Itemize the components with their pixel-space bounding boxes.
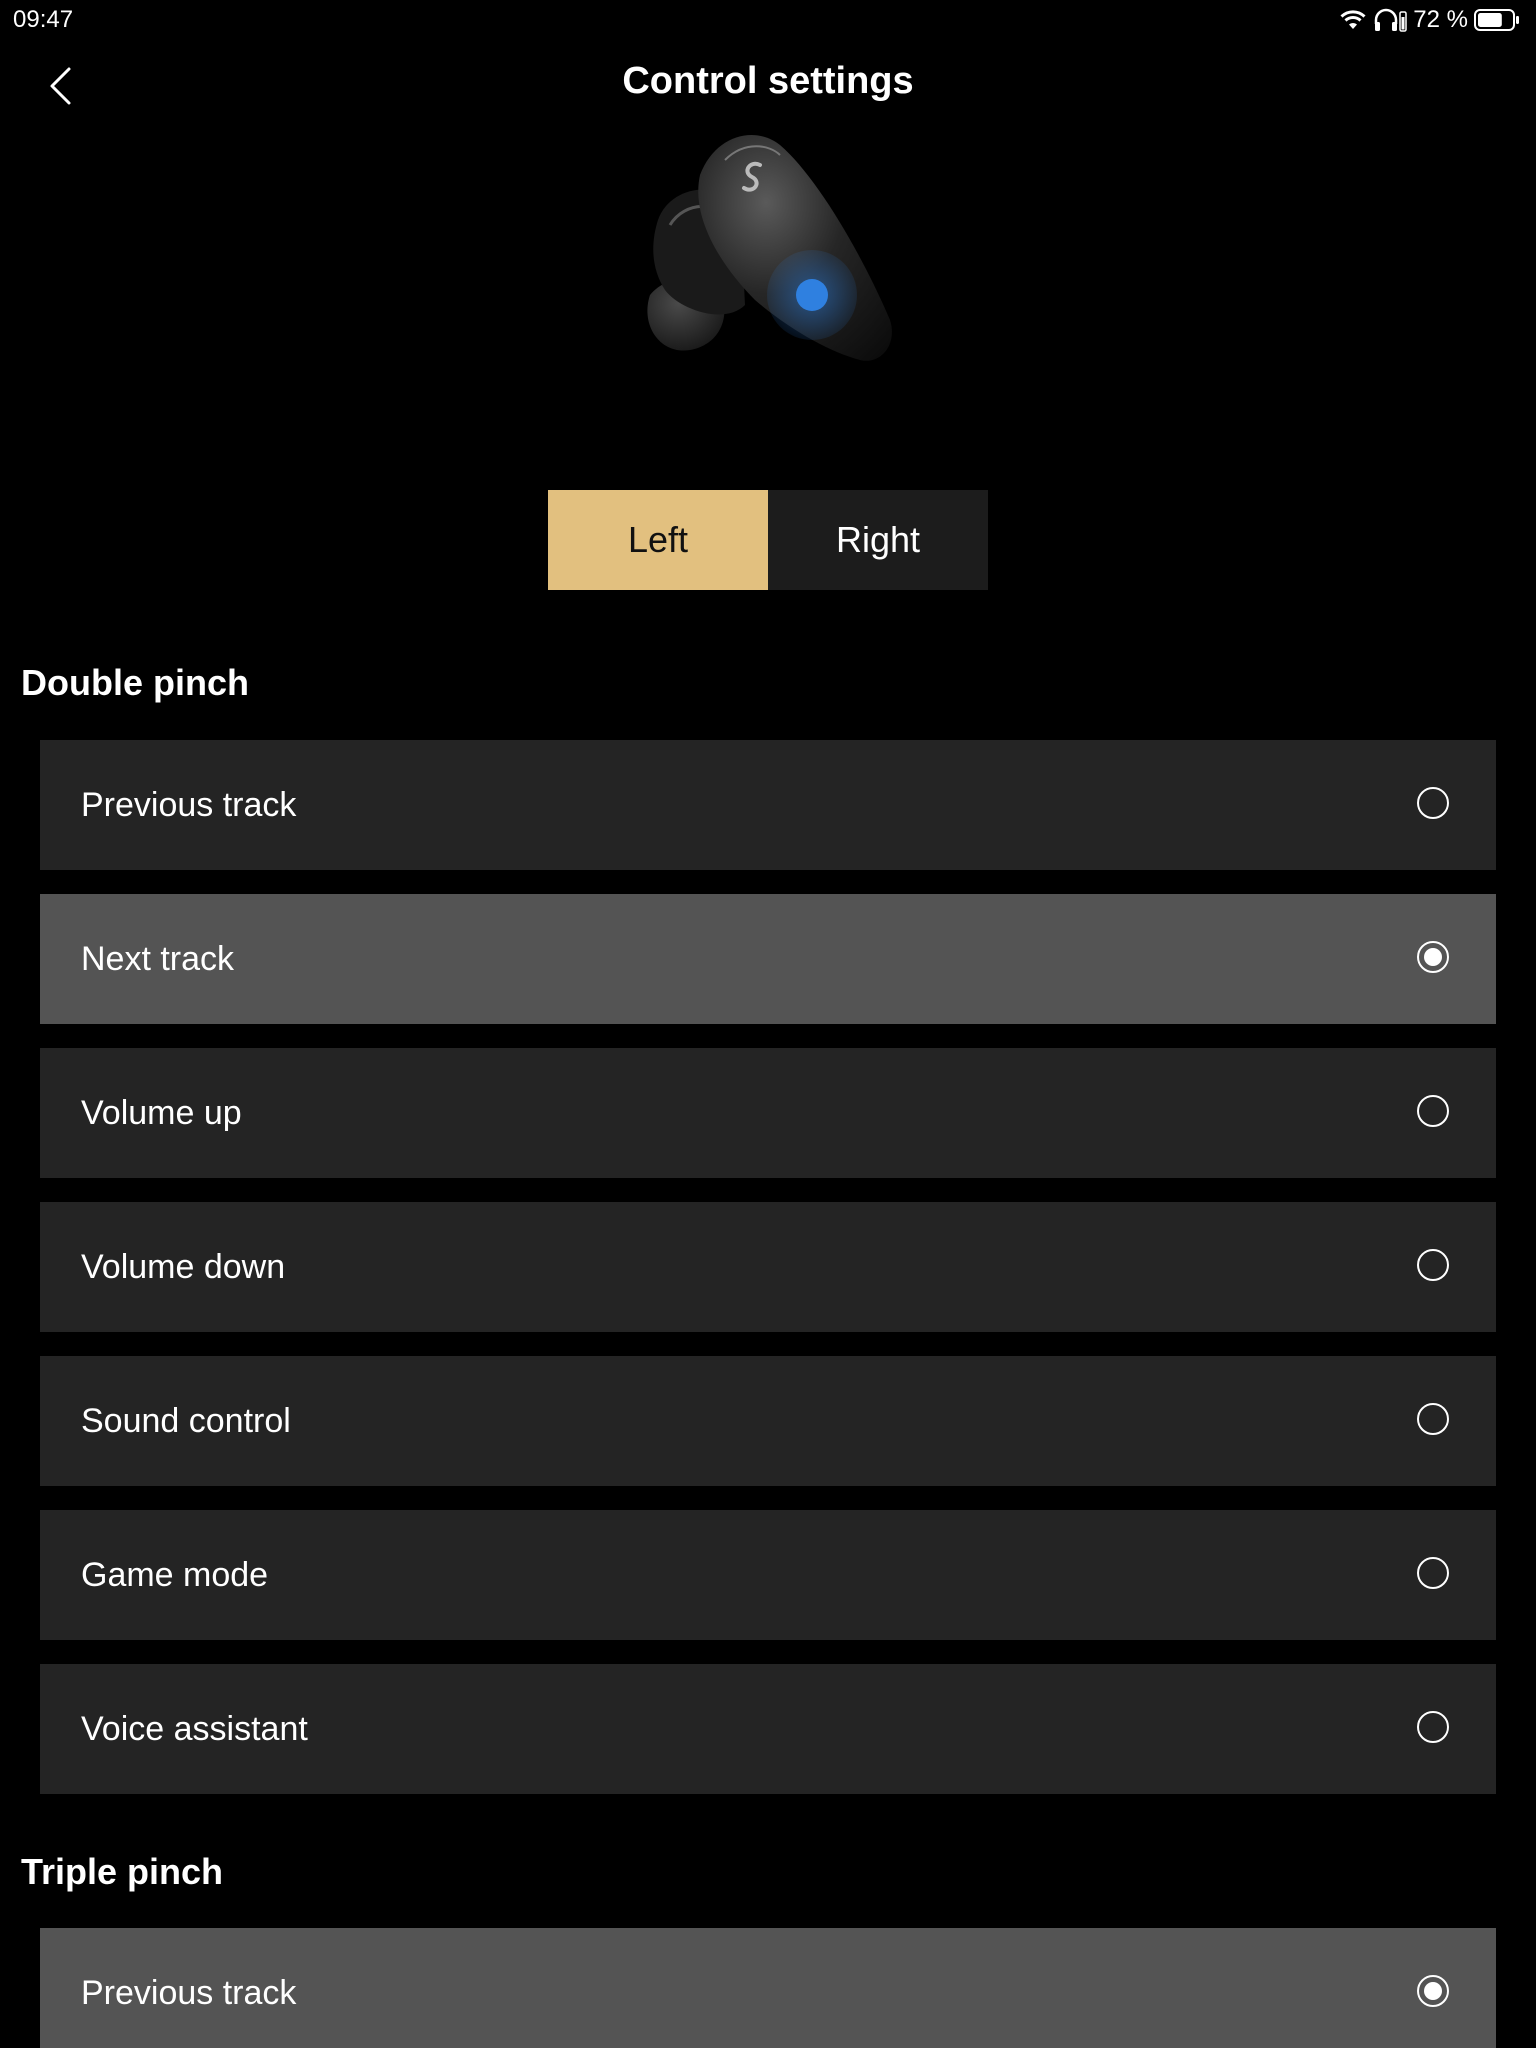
radio-button[interactable] — [1417, 1975, 1449, 2007]
option-label: Previous track — [81, 1974, 297, 2012]
page-title: Control settings — [622, 60, 914, 102]
radio-selected-dot — [1424, 948, 1442, 966]
radio-button[interactable] — [1417, 1249, 1449, 1281]
option-row[interactable]: Previous track — [40, 1928, 1496, 2048]
status-bar: 09:47 72 % — [0, 0, 1536, 40]
option-label: Voice assistant — [81, 1710, 308, 1748]
option-label: Next track — [81, 940, 235, 978]
radio-button[interactable] — [1417, 1711, 1449, 1743]
radio-selected-dot — [1424, 1982, 1442, 2000]
option-row[interactable]: Previous track — [40, 740, 1496, 870]
triple-pinch-options: Previous track — [40, 1928, 1496, 2048]
status-icons: 72 % — [1339, 6, 1520, 34]
wifi-icon — [1339, 9, 1367, 31]
option-label: Previous track — [81, 786, 297, 824]
radio-button[interactable] — [1417, 1095, 1449, 1127]
option-label: Volume down — [81, 1248, 286, 1286]
option-row[interactable]: Game mode — [40, 1510, 1496, 1640]
radio-button[interactable] — [1417, 941, 1449, 973]
battery-icon — [1474, 9, 1520, 31]
earbud-image — [647, 135, 892, 361]
option-label: Sound control — [81, 1402, 291, 1440]
left-side-tab[interactable]: Left — [548, 490, 768, 590]
option-row[interactable]: Sound control — [40, 1356, 1496, 1486]
control-settings-screen: 09:47 72 % Control settings Left Right D… — [0, 0, 1536, 2048]
radio-button[interactable] — [1417, 1557, 1449, 1589]
battery-percent: 72 % — [1413, 6, 1468, 33]
ear-side-selector: Left Right — [548, 490, 988, 590]
option-label: Game mode — [81, 1556, 269, 1594]
option-label: Volume up — [81, 1094, 242, 1132]
radio-button[interactable] — [1417, 787, 1449, 819]
double-pinch-heading: Double pinch — [21, 662, 249, 703]
right-side-tab[interactable]: Right — [768, 490, 988, 590]
status-time: 09:47 — [13, 6, 74, 33]
option-row[interactable]: Voice assistant — [40, 1664, 1496, 1794]
option-row[interactable]: Volume down — [40, 1202, 1496, 1332]
double-pinch-options: Previous track Next track Volume up Volu… — [40, 740, 1496, 1818]
option-row[interactable]: Next track — [40, 894, 1496, 1024]
triple-pinch-heading: Triple pinch — [21, 1851, 224, 1892]
option-row[interactable]: Volume up — [40, 1048, 1496, 1178]
headphones-battery-icon — [1373, 8, 1408, 32]
radio-button[interactable] — [1417, 1403, 1449, 1435]
